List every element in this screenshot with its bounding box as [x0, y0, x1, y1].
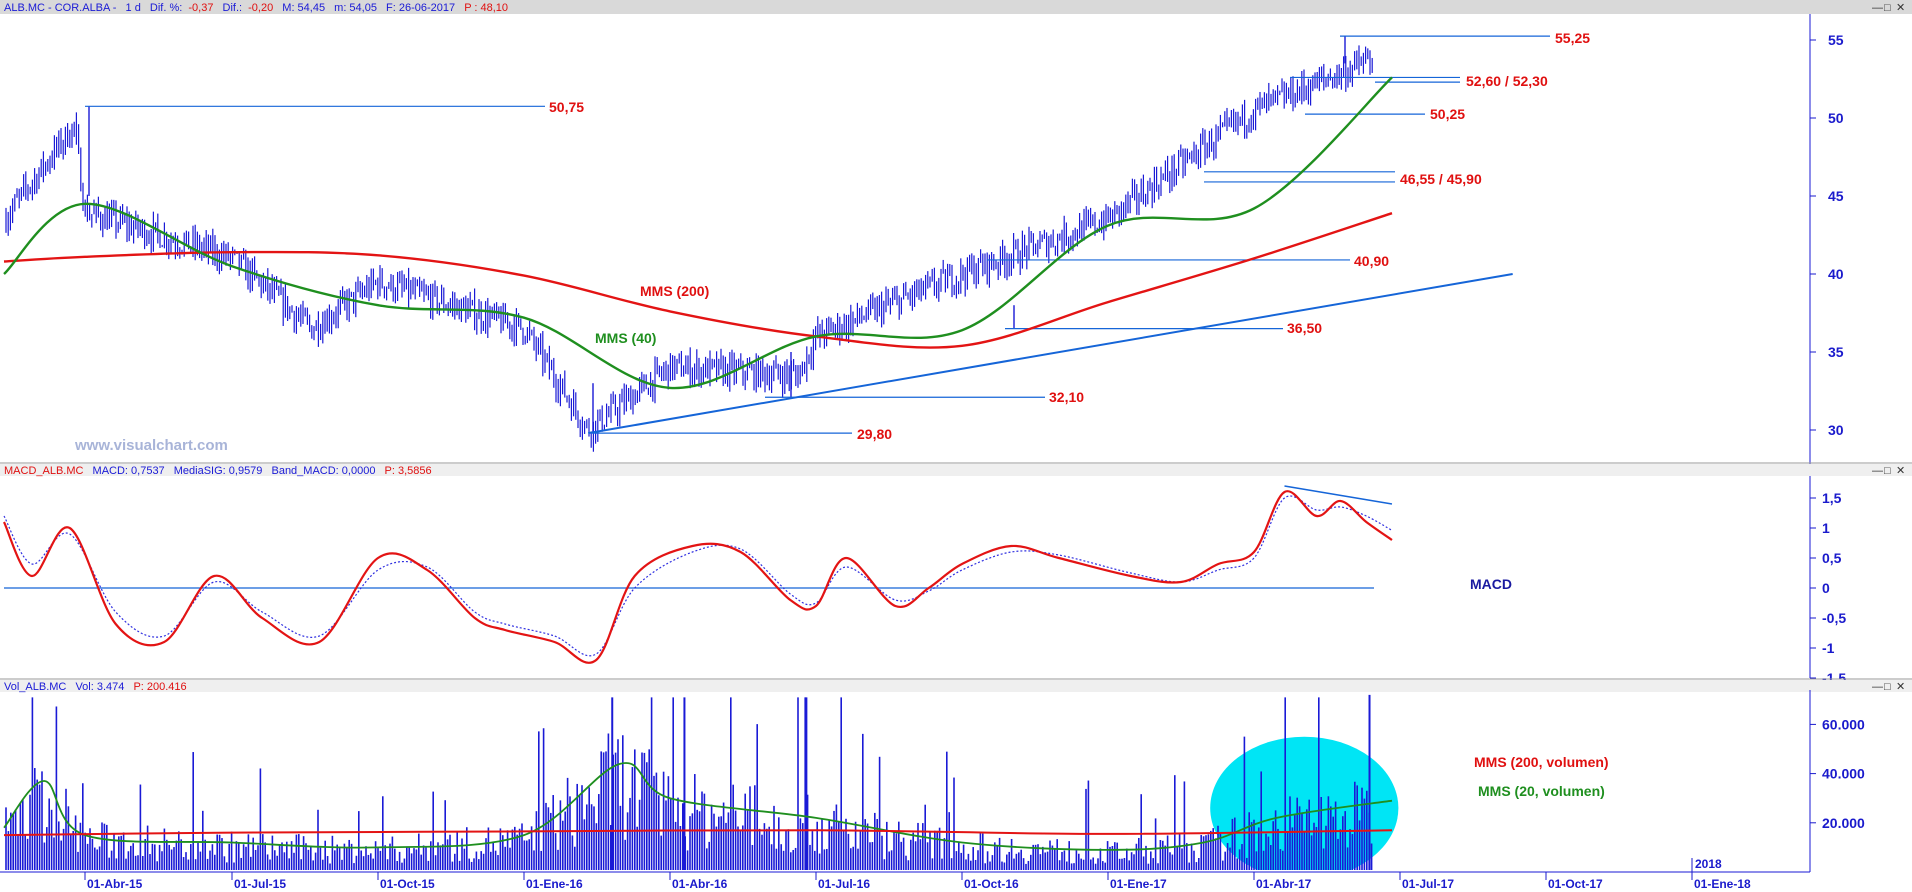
price-y-tick-label: 40	[1828, 266, 1844, 282]
price-dif: -0,20	[248, 2, 273, 14]
price-dif-label: Dif.:	[223, 2, 243, 14]
close-button[interactable]: ✕	[1896, 2, 1905, 14]
level-55-25-label: 55,25	[1555, 30, 1590, 46]
volume-value: Vol: 3.474	[75, 681, 124, 693]
macd-line	[3, 490, 1393, 664]
price-date: F: 26-06-2017	[386, 2, 455, 14]
macd-y-tick-label: -0,5	[1822, 610, 1846, 626]
macd-close-button[interactable]: ✕	[1896, 465, 1905, 477]
macd-y-tick-label: 0,5	[1822, 550, 1842, 566]
x-tick-label: 01-Jul-15	[234, 877, 286, 891]
level-50-25-label: 50,25	[1430, 106, 1465, 122]
macd-label: MACD	[1470, 576, 1512, 592]
x-tick-label: 01-Abr-16	[672, 877, 728, 891]
volume-y-tick-label: 60.000	[1822, 716, 1865, 732]
price-y-tick-label: 55	[1828, 32, 1844, 48]
level-50-75-label: 50,75	[549, 99, 584, 115]
macd-value: MACD: 0,7537	[93, 465, 165, 477]
x-tick-label: 01-Oct-16	[964, 877, 1019, 891]
macd-name: MACD_ALB.MC	[4, 465, 84, 477]
macd-y-tick-label: 1	[1822, 520, 1830, 536]
volume-p: P: 200.416	[133, 681, 186, 693]
macd-y-axis: -1,5-1-0,500,511,5	[1810, 490, 1846, 686]
volume-header-bar	[0, 680, 1912, 692]
x-tick-label: 01-Oct-15	[380, 877, 435, 891]
chart-canvas: ALB.MC - COR.ALBA - 1 d Dif. %: -0,37 Di…	[0, 0, 1912, 891]
macd-y-tick-label: 1,5	[1822, 490, 1842, 506]
price-y-axis: 30 35 40 45 50 55	[1810, 32, 1844, 438]
level-32-10-label: 32,10	[1049, 389, 1084, 405]
macd-maximize-button[interactable]: □	[1884, 465, 1891, 477]
level-46-55-label: 46,55 / 45,90	[1400, 171, 1482, 187]
volume-y-tick-label: 40.000	[1822, 766, 1865, 782]
macd-plot-area	[3, 485, 1393, 664]
mms40-annotation: MMS (40)	[595, 330, 656, 346]
price-y-tick-label: 35	[1828, 344, 1844, 360]
price-annotations: MMS (200) MMS (40) 55,25 52,60 / 52,30 5…	[549, 30, 1590, 442]
x-tick-label: 01-Ene-18	[1694, 877, 1751, 891]
price-dif-pct: -0,37	[188, 2, 213, 14]
price-symbol: ALB.MC - COR.ALBA -	[4, 2, 117, 14]
x-tick-label: 01-Ene-16	[526, 877, 583, 891]
price-bars	[5, 36, 1373, 452]
x-tick-label: 01-Abr-15	[87, 877, 143, 891]
price-min: m: 54,05	[334, 2, 377, 14]
maximize-button[interactable]: □	[1884, 2, 1891, 14]
price-timeframe: 1 d	[126, 2, 141, 14]
volume-y-tick-label: 20.000	[1822, 815, 1865, 831]
price-dif-pct-label: Dif. %:	[150, 2, 182, 14]
level-36-50-label: 36,50	[1287, 320, 1322, 336]
level-29-80-label: 29,80	[857, 426, 892, 442]
x-axis: 01-Abr-15 01-Jul-15 01-Oct-15 01-Ene-16 01-A…	[0, 857, 1810, 891]
price-p: P : 48,10	[464, 2, 508, 14]
mms200-annotation: MMS (200)	[640, 283, 709, 299]
volume-plot-area	[3, 694, 1399, 870]
macd-header-text: MACD_ALB.MC MACD: 0,7537 MediaSIG: 0,957…	[4, 465, 432, 477]
volume-window-buttons[interactable]: — □ ✕	[1872, 681, 1905, 693]
macd-panel: MACD_ALB.MC MACD: 0,7537 MediaSIG: 0,957…	[0, 462, 1912, 686]
price-y-tick-label: 50	[1828, 110, 1844, 126]
macd-band: Band_MACD: 0,0000	[271, 465, 375, 477]
x-tick-label: 01-Abr-17	[1256, 877, 1312, 891]
macd-minimize-button[interactable]: —	[1872, 465, 1883, 477]
volume-bars	[5, 694, 1373, 870]
price-window-buttons[interactable]: — □ ✕	[1872, 2, 1905, 14]
macd-p: P: 3,5856	[385, 465, 432, 477]
volume-mms200-label: MMS (200, volumen)	[1474, 754, 1609, 770]
watermark: www.visualchart.com	[74, 437, 228, 454]
minimize-button[interactable]: —	[1872, 2, 1883, 14]
volume-close-button[interactable]: ✕	[1896, 681, 1905, 693]
macd-y-tick-label: 0	[1822, 580, 1830, 596]
level-52-60-label: 52,60 / 52,30	[1466, 73, 1548, 89]
year-marker-label: 2018	[1695, 857, 1722, 871]
macd-signal: MediaSIG: 0,9579	[174, 465, 263, 477]
price-header-text: ALB.MC - COR.ALBA - 1 d Dif. %: -0,37 Di…	[4, 2, 508, 14]
x-tick-label: 01-Jul-16	[818, 877, 870, 891]
x-tick-label: 01-Ene-17	[1110, 877, 1167, 891]
volume-maximize-button[interactable]: □	[1884, 681, 1891, 693]
volume-mms20-label: MMS (20, volumen)	[1478, 783, 1605, 799]
x-tick-label: 01-Oct-17	[1548, 877, 1603, 891]
price-y-tick-label: 30	[1828, 422, 1844, 438]
price-plot-area	[3, 35, 1550, 452]
macd-window-buttons[interactable]: — □ ✕	[1872, 465, 1905, 477]
volume-y-axis: 20.000 40.000 60.000	[1810, 716, 1865, 831]
volume-name: Vol_ALB.MC	[4, 681, 66, 693]
macd-y-tick-label: -1	[1822, 640, 1835, 656]
price-max: M: 54,45	[282, 2, 325, 14]
volume-header-text: Vol_ALB.MC Vol: 3.474 P: 200.416	[4, 681, 187, 693]
x-tick-label: 01-Jul-17	[1402, 877, 1454, 891]
price-trendline	[588, 273, 1513, 435]
price-panel: ALB.MC - COR.ALBA - 1 d Dif. %: -0,37 Di…	[0, 0, 1912, 464]
volume-panel: Vol_ALB.MC Vol: 3.474 P: 200.416 — □ ✕ 2…	[0, 678, 1912, 872]
volume-minimize-button[interactable]: —	[1872, 681, 1883, 693]
level-40-90-label: 40,90	[1354, 253, 1389, 269]
price-y-tick-label: 45	[1828, 188, 1844, 204]
